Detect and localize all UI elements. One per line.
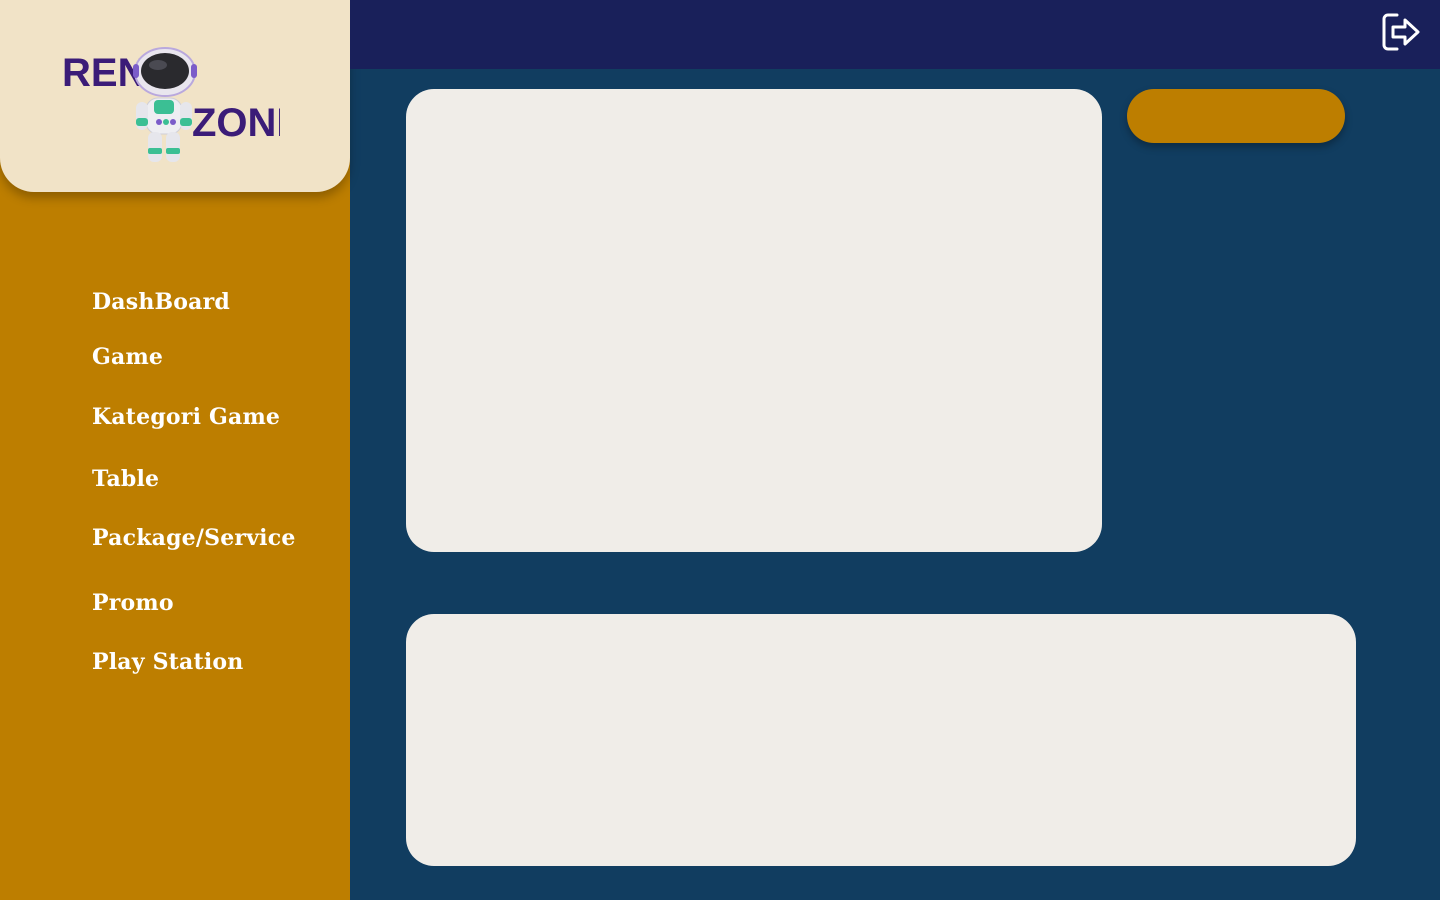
sidebar-item-promo[interactable]: Promo [92, 590, 174, 616]
sidebar-item-package-service[interactable]: Package/Service [92, 525, 296, 551]
renzone-logo: REN ZONE [62, 47, 280, 162]
astronaut-icon [133, 47, 197, 162]
sidebar-item-play-station[interactable]: Play Station [92, 649, 244, 675]
sidebar-item-game[interactable]: Game [92, 344, 163, 370]
sidebar-item-table[interactable]: Table [92, 466, 159, 492]
sidebar-item-dashboard[interactable]: DashBoard [92, 289, 230, 315]
logo-text-zone: ZONE [192, 101, 280, 145]
top-panel [406, 89, 1102, 552]
topbar [350, 0, 1440, 69]
logout-button[interactable] [1380, 12, 1422, 52]
logo-card: REN ZONE [0, 0, 350, 192]
bottom-panel [406, 614, 1356, 866]
sidebar-item-kategori-game[interactable]: Kategori Game [92, 404, 280, 430]
logout-icon [1382, 13, 1420, 51]
primary-action-button[interactable] [1127, 89, 1345, 143]
sidebar: REN ZONE [0, 0, 350, 900]
